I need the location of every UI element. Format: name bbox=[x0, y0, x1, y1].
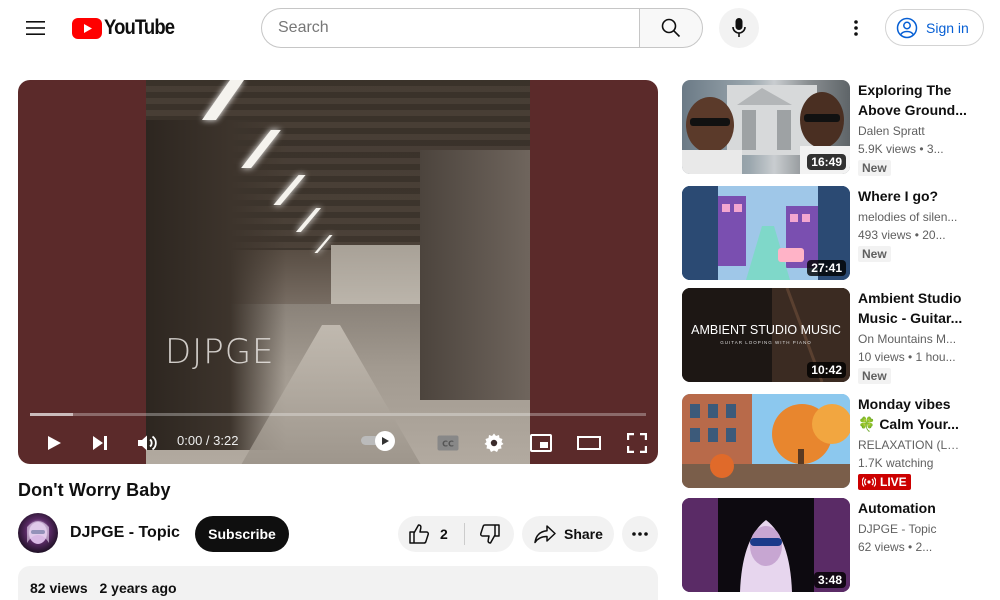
like-dislike-group: 2 bbox=[398, 516, 514, 552]
recommendation-channel[interactable]: RELAXATION (Lo... bbox=[858, 438, 963, 452]
theater-mode-button[interactable] bbox=[574, 428, 604, 458]
progress-bar[interactable] bbox=[30, 413, 646, 416]
channel-avatar[interactable] bbox=[18, 513, 58, 553]
share-button[interactable]: Share bbox=[522, 516, 614, 552]
description-meta: 82 views 2 years ago bbox=[30, 580, 177, 596]
account-icon bbox=[896, 17, 918, 38]
next-icon bbox=[93, 436, 107, 450]
recommendation-stats: 5.9K views • 3... bbox=[858, 142, 944, 156]
new-badge: New bbox=[858, 160, 891, 176]
thumb-subtitle: GUITAR LOOPING WITH PIANO bbox=[720, 340, 811, 345]
fullscreen-button[interactable] bbox=[622, 428, 652, 458]
video-thumbnail[interactable]: 27:41 bbox=[682, 186, 850, 280]
settings-button[interactable] bbox=[479, 428, 509, 458]
theater-icon bbox=[577, 436, 601, 450]
youtube-logo-icon bbox=[72, 17, 102, 39]
recommendation-title[interactable]: Monday vibes 🍀 Calm Your... bbox=[858, 394, 968, 434]
settings-icon bbox=[484, 433, 504, 452]
video-thumbnail[interactable] bbox=[682, 394, 850, 488]
like-button[interactable]: 2 bbox=[398, 516, 464, 552]
captions-button[interactable]: CC bbox=[433, 428, 463, 458]
upload-age: 2 years ago bbox=[99, 580, 177, 596]
recommendation-channel[interactable]: DJPGE - Topic bbox=[858, 522, 963, 536]
new-badge: New bbox=[858, 368, 891, 384]
recommendation-stats: 493 views • 20... bbox=[858, 228, 946, 242]
thumb-title: AMBIENT STUDIO MUSIC bbox=[691, 323, 841, 337]
subscribe-button[interactable]: Subscribe bbox=[195, 516, 289, 552]
recommendation-stats: 10 views • 1 hou... bbox=[858, 350, 956, 364]
like-icon bbox=[409, 524, 430, 544]
menu-icon bbox=[26, 21, 45, 35]
play-icon bbox=[48, 436, 61, 450]
recommendation-stats: 62 views • 2... bbox=[858, 540, 933, 554]
video-duration: 16:49 bbox=[807, 154, 846, 170]
recommendation-title[interactable]: Automation bbox=[858, 498, 968, 518]
mic-icon bbox=[732, 18, 746, 37]
play-button[interactable] bbox=[39, 428, 69, 458]
logo-text: YouTube bbox=[104, 16, 175, 39]
share-icon bbox=[534, 525, 556, 544]
video-title: Don't Worry Baby bbox=[18, 480, 171, 500]
video-overlay-text: DJPGE bbox=[165, 332, 275, 372]
live-badge: LIVE bbox=[858, 474, 911, 490]
video-duration: 27:41 bbox=[807, 260, 846, 276]
video-thumbnail[interactable]: AMBIENT STUDIO MUSIC GUITAR LOOPING WITH… bbox=[682, 288, 850, 382]
like-count: 2 bbox=[440, 526, 448, 542]
video-thumbnail[interactable]: 16:49 bbox=[682, 80, 850, 174]
search-box[interactable] bbox=[261, 8, 640, 48]
search-input[interactable] bbox=[278, 19, 640, 37]
share-label: Share bbox=[564, 526, 603, 542]
recommendation-title[interactable]: Ambient Studio Music - Guitar... bbox=[858, 288, 968, 328]
new-badge: New bbox=[858, 246, 891, 262]
video-thumbnail[interactable]: 3:48 bbox=[682, 498, 850, 592]
miniplayer-button[interactable] bbox=[526, 428, 556, 458]
recommendation-item[interactable]: 3:48 Automation DJPGE - Topic 62 views •… bbox=[682, 498, 992, 592]
miniplayer-icon bbox=[530, 434, 552, 452]
view-count: 82 views bbox=[30, 580, 88, 596]
recommendation-title[interactable]: Exploring The Above Ground... bbox=[858, 80, 968, 120]
more-horiz-icon bbox=[632, 532, 648, 536]
search-icon bbox=[661, 18, 681, 38]
fullscreen-icon bbox=[627, 433, 647, 453]
dislike-button[interactable] bbox=[465, 516, 514, 552]
video-player[interactable]: DJPGE 0:00 / 3:22 CC bbox=[18, 80, 658, 464]
video-duration: 3:48 bbox=[813, 572, 846, 588]
player-controls: 0:00 / 3:22 CC bbox=[18, 420, 658, 464]
search-button[interactable] bbox=[639, 8, 703, 48]
dislike-icon bbox=[479, 524, 500, 544]
time-display: 0:00 / 3:22 bbox=[177, 433, 239, 448]
cc-icon: CC bbox=[437, 435, 459, 451]
voice-search-button[interactable] bbox=[719, 8, 759, 48]
more-vert-icon bbox=[854, 20, 858, 36]
autoplay-toggle[interactable] bbox=[361, 431, 397, 451]
recommendation-stats: 1.7K watching bbox=[858, 456, 934, 470]
recommendation-item[interactable]: 16:49 Exploring The Above Ground... Dale… bbox=[682, 80, 992, 176]
youtube-logo[interactable]: YouTube bbox=[72, 16, 184, 40]
recommendation-channel[interactable]: melodies of silen... bbox=[858, 210, 963, 224]
channel-name[interactable]: DJPGE - Topic bbox=[70, 524, 180, 542]
masthead: YouTube Sign in bbox=[0, 0, 1000, 56]
next-button[interactable] bbox=[85, 428, 115, 458]
live-icon bbox=[862, 477, 876, 487]
more-actions-button[interactable] bbox=[622, 516, 658, 552]
svg-text:CC: CC bbox=[442, 440, 454, 449]
sign-in-button[interactable]: Sign in bbox=[885, 9, 984, 46]
progress-buffered bbox=[30, 413, 74, 416]
mute-button[interactable] bbox=[132, 428, 162, 458]
settings-menu-button[interactable] bbox=[836, 8, 876, 48]
recommendation-item[interactable]: 27:41 Where I go? melodies of silen... 4… bbox=[682, 186, 992, 280]
recommendation-item[interactable]: AMBIENT STUDIO MUSIC GUITAR LOOPING WITH… bbox=[682, 288, 992, 384]
video-frame bbox=[146, 80, 530, 464]
sign-in-label: Sign in bbox=[926, 19, 969, 36]
description-box[interactable]: 82 views 2 years ago bbox=[18, 566, 658, 600]
menu-button[interactable] bbox=[16, 8, 56, 48]
autoplay-play-icon bbox=[382, 437, 389, 445]
volume-icon bbox=[138, 435, 157, 451]
recommendation-item[interactable]: Monday vibes 🍀 Calm Your... RELAXATION (… bbox=[682, 394, 992, 490]
recommendation-channel[interactable]: On Mountains M... bbox=[858, 332, 963, 346]
recommendation-title[interactable]: Where I go? bbox=[858, 186, 968, 206]
video-duration: 10:42 bbox=[807, 362, 846, 378]
recommendation-channel[interactable]: Dalen Spratt bbox=[858, 124, 963, 138]
